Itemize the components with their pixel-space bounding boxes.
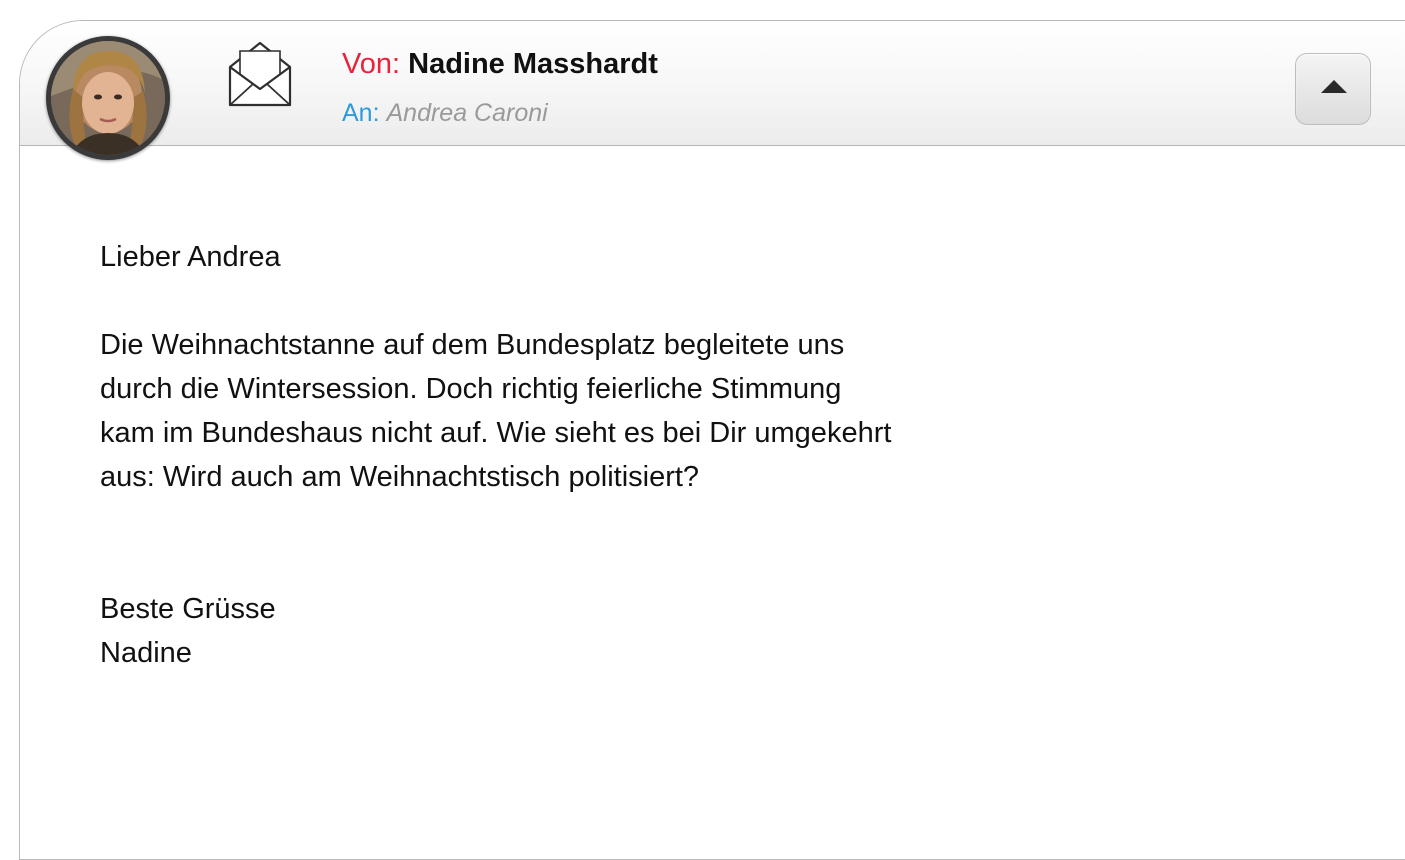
message-closing: Beste Grüsse <box>100 593 276 625</box>
to-label: An: <box>342 99 380 127</box>
message-paragraph: Die Weihnachtstanne auf dem Bundesplatz … <box>100 329 892 493</box>
sender-name[interactable]: Nadine Masshardt <box>408 48 658 80</box>
recipient-line: An: Andrea Caroni <box>342 97 548 129</box>
message-header: Von: Nadine Masshardt An: Andrea Caroni <box>20 21 1405 146</box>
message-card: Von: Nadine Masshardt An: Andrea Caroni … <box>19 20 1405 860</box>
message-greeting: Lieber Andrea <box>100 241 281 273</box>
message-body: Lieber Andrea Die Weihnachtstanne auf de… <box>100 235 1250 675</box>
open-envelope-icon <box>222 39 298 111</box>
collapse-button[interactable] <box>1295 53 1371 125</box>
avatar[interactable] <box>46 36 170 160</box>
triangle-up-icon <box>1321 80 1347 93</box>
recipient-name[interactable]: Andrea Caroni <box>386 99 547 127</box>
sender-line: Von: Nadine Masshardt <box>342 46 658 82</box>
from-label: Von: <box>342 48 401 80</box>
message-signature: Nadine <box>100 637 192 669</box>
